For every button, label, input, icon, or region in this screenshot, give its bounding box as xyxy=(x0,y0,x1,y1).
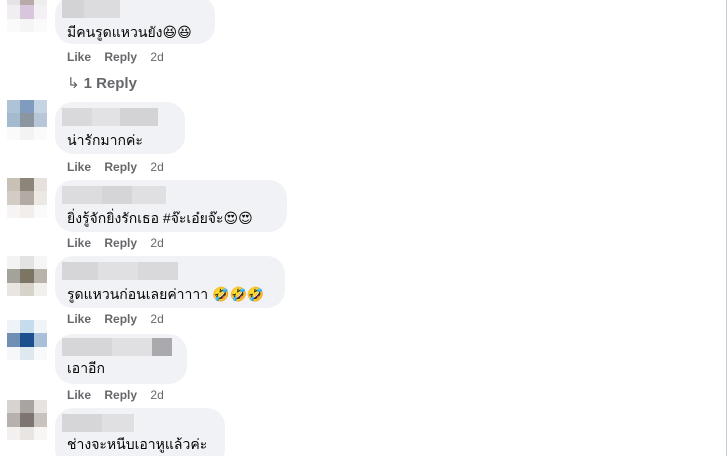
like-button[interactable]: Like xyxy=(67,160,91,174)
comment-bubble: ยิ่งรู้จักยิ่งรักเธอ #จ๊ะเอ๋ยจ๊ะ😍😍 xyxy=(55,180,287,232)
comment-text: ช่างจะหนีบเอาหูแล้วค่ะ xyxy=(67,436,208,452)
avatar[interactable] xyxy=(7,256,47,296)
emoji-rofl-icon: 🤣🤣🤣 xyxy=(212,287,265,303)
comment-text: ยิ่งรู้จักยิ่งรักเธอ #จ๊ะเอ๋ยจ๊ะ xyxy=(67,210,224,226)
author-name-blurred[interactable] xyxy=(62,338,172,356)
comment-timestamp[interactable]: 2d xyxy=(150,236,163,250)
avatar[interactable] xyxy=(7,400,47,440)
comment-text: เอาอีก xyxy=(67,360,105,376)
avatar[interactable] xyxy=(7,178,47,218)
reply-button[interactable]: Reply xyxy=(104,388,137,402)
comment-list: มีคนรูดแหวนยัง😆😆 Like Reply 2d ↳ 1 Reply … xyxy=(0,0,727,456)
avatar[interactable] xyxy=(7,0,47,32)
comment-actions: Like Reply 2d xyxy=(67,388,164,402)
reply-button[interactable]: Reply xyxy=(104,236,137,250)
reply-button[interactable]: Reply xyxy=(104,312,137,326)
author-name-blurred[interactable] xyxy=(62,0,120,18)
comment-text: รูดแหวนก่อนเลยค่าาาา xyxy=(67,286,209,302)
comment-timestamp[interactable]: 2d xyxy=(150,312,163,326)
comment-timestamp[interactable]: 2d xyxy=(150,388,163,402)
like-button[interactable]: Like xyxy=(67,236,91,250)
comment-bubble: เอาอีก xyxy=(55,334,187,384)
comment-text: มีคนรูดแหวนยัง xyxy=(67,24,163,40)
comment-actions: Like Reply 2d xyxy=(67,312,164,326)
comment-text-line: มีคนรูดแหวนยัง😆😆 xyxy=(67,22,192,44)
comment-actions: Like Reply 2d xyxy=(67,236,164,250)
author-name-blurred[interactable] xyxy=(62,414,134,432)
comment-timestamp[interactable]: 2d xyxy=(150,160,163,174)
comment-bubble: มีคนรูดแหวนยัง😆😆 xyxy=(55,0,215,44)
comment-bubble: ช่างจะหนีบเอาหูแล้วค่ะ xyxy=(55,408,225,456)
like-button[interactable]: Like xyxy=(67,388,91,402)
avatar[interactable] xyxy=(7,320,47,360)
view-replies-link[interactable]: ↳ 1 Reply xyxy=(67,74,137,92)
avatar[interactable] xyxy=(7,100,47,140)
emoji-laughing-icon: 😆😆 xyxy=(162,25,192,41)
comment-timestamp[interactable]: 2d xyxy=(150,50,163,64)
reply-arrow-icon: ↳ xyxy=(67,75,80,92)
comment-actions: Like Reply 2d xyxy=(67,50,164,64)
author-name-blurred[interactable] xyxy=(62,108,158,126)
comment-bubble: รูดแหวนก่อนเลยค่าาาา 🤣🤣🤣 xyxy=(55,256,285,308)
like-button[interactable]: Like xyxy=(67,50,91,64)
reply-button[interactable]: Reply xyxy=(104,50,137,64)
emoji-heart-eyes-icon: 😍😍 xyxy=(223,211,253,227)
reply-button[interactable]: Reply xyxy=(104,160,137,174)
like-button[interactable]: Like xyxy=(67,312,91,326)
comment-bubble: น่ารักมากค่ะ xyxy=(55,102,185,154)
comment-actions: Like Reply 2d xyxy=(67,160,164,174)
author-name-blurred[interactable] xyxy=(62,186,166,204)
author-name-blurred[interactable] xyxy=(62,262,178,280)
comment-text: น่ารักมากค่ะ xyxy=(67,132,143,148)
replies-count-label: 1 Reply xyxy=(83,75,137,92)
